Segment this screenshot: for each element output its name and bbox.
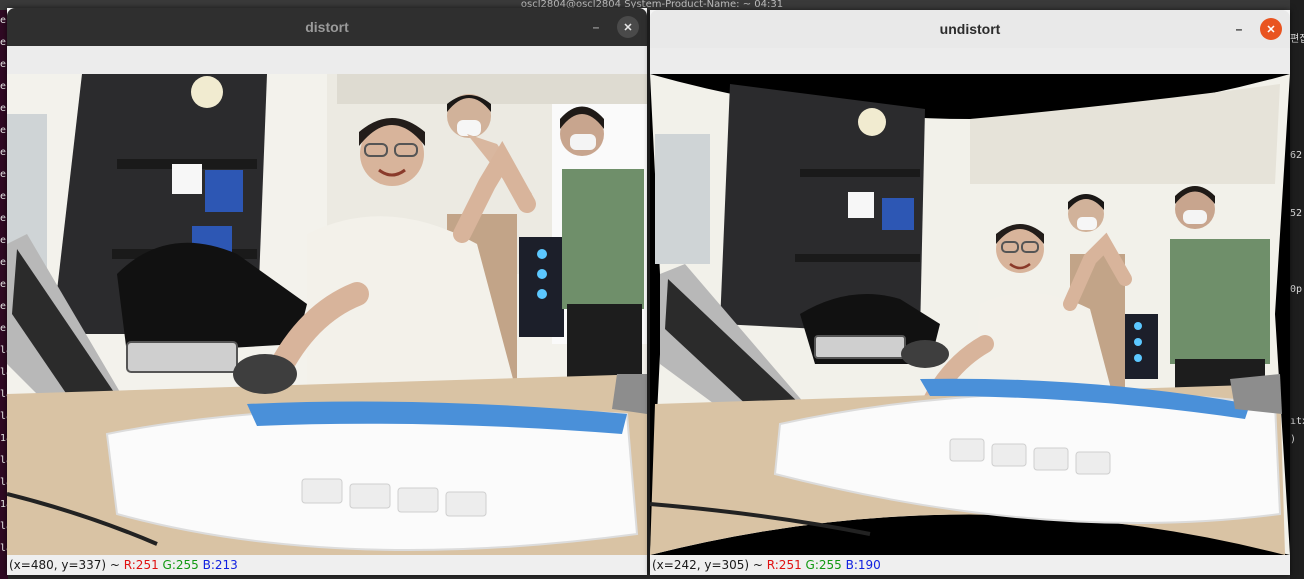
close-button[interactable]: ✕ (1260, 18, 1282, 40)
terminal-snippet: 52 (1290, 208, 1303, 219)
distort-window[interactable]: distort – ✕ (x=480, y=337) ~ R:251 G:255… (7, 8, 647, 575)
pixel-green-value: G:255 (162, 558, 199, 572)
distort-statusbar: (x=480, y=337) ~ R:251 G:255 B:213 (7, 555, 647, 575)
background-terminal-right: 편집 파일 보기 검색 터미널 도움말 62 52 0p ıtx ) (1290, 0, 1304, 579)
undistort-window[interactable]: undistort – ✕ (x=242, y=305) ~ R:251 G:2… (650, 10, 1290, 575)
terminal-snippet: 0p (1290, 284, 1303, 295)
terminal-snippet: 62 (1290, 150, 1303, 161)
pixel-blue-value: B:213 (202, 558, 238, 572)
pixel-coords: (x=480, y=337) ~ (9, 558, 124, 572)
camera-frame-rectified (650, 74, 1290, 555)
distort-toolbar (7, 46, 647, 76)
terminal-menu-text: 편집 파일 보기 검색 터미널 도움말 (1290, 34, 1304, 45)
pixel-coords: (x=242, y=305) ~ (652, 558, 767, 572)
distort-titlebar[interactable]: distort – ✕ (7, 8, 647, 46)
pixel-red-value: R:251 (766, 558, 802, 572)
camera-frame-fisheye (7, 74, 647, 555)
undistort-image[interactable] (650, 74, 1290, 555)
pixel-red-value: R:251 (123, 558, 159, 572)
window-title: undistort (939, 21, 1001, 37)
pixel-green-value: G:255 (805, 558, 842, 572)
minimize-button[interactable]: – (585, 16, 607, 38)
undistort-titlebar[interactable]: undistort – ✕ (650, 10, 1290, 48)
undistort-statusbar: (x=242, y=305) ~ R:251 G:255 B:190 (650, 555, 1290, 575)
minimize-button[interactable]: – (1228, 18, 1250, 40)
window-title: distort (305, 19, 349, 35)
close-button[interactable]: ✕ (617, 16, 639, 38)
terminal-snippet: ) (1290, 434, 1297, 445)
terminal-snippet: ıtx (1290, 416, 1304, 427)
distort-image[interactable] (7, 74, 647, 555)
pixel-blue-value: B:190 (845, 558, 881, 572)
